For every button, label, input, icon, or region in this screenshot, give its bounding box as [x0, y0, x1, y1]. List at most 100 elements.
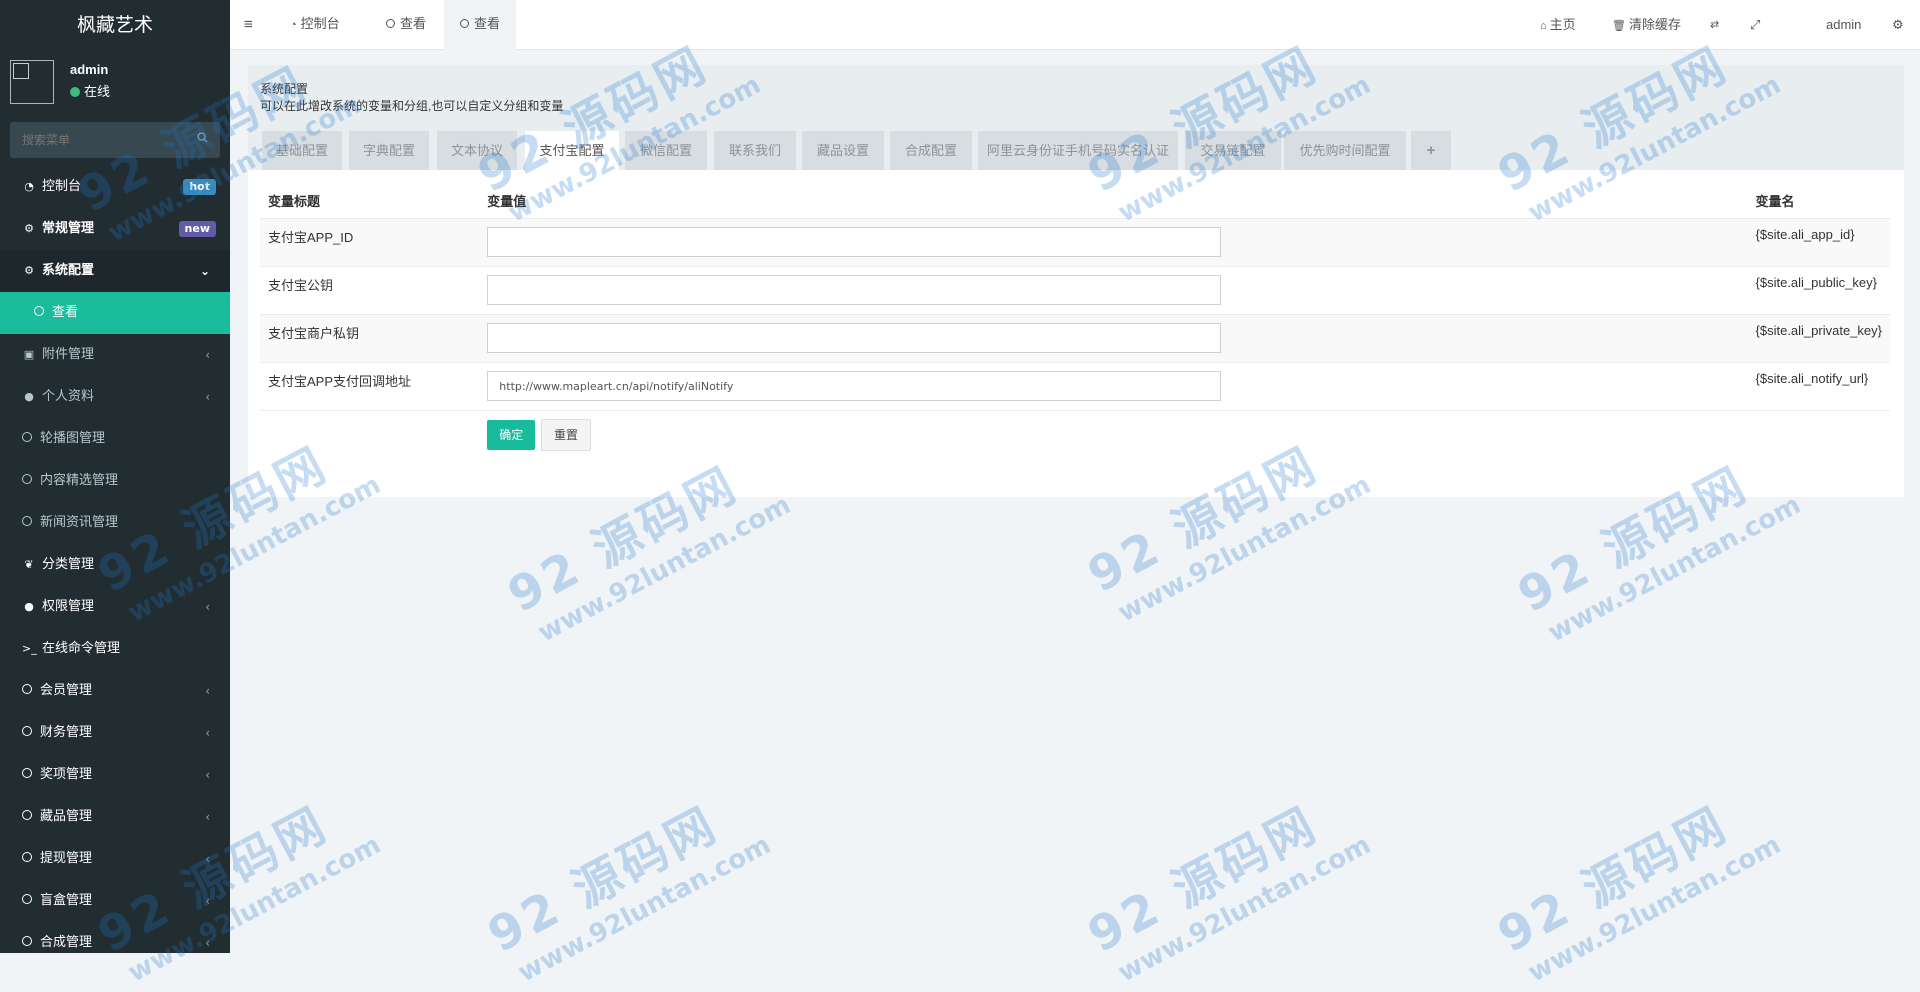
var-name: {$site.ali_private_key} — [1747, 314, 1890, 363]
sidebar: 枫藏艺术 admin 在线 ◔ 控制台 hot ⚙ 常规管理 new ⚙ 系统配置 ⌄ 查看… — [0, 0, 230, 953]
sidebar-item-synthesis[interactable]: 合成管理 ‹ — [0, 922, 230, 953]
sidebar-item-blindbox[interactable]: 盲盒管理 ‹ — [0, 880, 230, 922]
circle-icon — [22, 684, 32, 694]
sidebar-item-label: 在线命令管理 — [42, 641, 121, 656]
sidebar-item-featured[interactable]: 内容精选管理 — [0, 460, 230, 502]
sidebar-item-collections[interactable]: 藏品管理 ‹ — [0, 796, 230, 838]
sidebar-item-carousel[interactable]: 轮播图管理 — [0, 418, 230, 460]
sidebar-item-label: 合成管理 — [40, 935, 93, 950]
circle-icon — [460, 19, 469, 28]
var-value-cell — [479, 218, 1748, 267]
tab-collection-settings[interactable]: 藏品设置 — [802, 131, 884, 171]
tab-basic-config[interactable]: 基础配置 — [262, 131, 342, 171]
sidebar-item-command[interactable]: >_ 在线命令管理 — [0, 628, 230, 670]
dashboard-icon: ◔ — [290, 19, 297, 31]
user-name: admin — [70, 62, 109, 77]
user-icon: ● — [24, 390, 34, 403]
sidebar-item-label: 藏品管理 — [40, 809, 93, 824]
sidebar-item-permissions[interactable]: ● 权限管理 ‹ — [0, 586, 230, 628]
sidebar-item-dashboard[interactable]: ◔ 控制台 hot — [0, 166, 230, 208]
watermark: 92 源码网 www.92luntan.com — [479, 796, 776, 989]
sidebar-item-label: 控制台 — [42, 179, 82, 194]
chevron-left-icon: ‹ — [205, 600, 210, 614]
add-tab-button[interactable]: + — [1411, 131, 1451, 171]
chevron-left-icon: ‹ — [205, 684, 210, 698]
sidebar-item-label: 系统配置 — [42, 263, 95, 278]
sidebar-item-label: 轮播图管理 — [40, 431, 106, 446]
sidebar-item-label: 权限管理 — [42, 599, 95, 614]
sidebar-item-attachments[interactable]: ▣ 附件管理 ‹ — [0, 334, 230, 376]
tab-aliyun-realname[interactable]: 阿里云身份证手机号码实名认证 — [978, 131, 1178, 171]
sidebar-item-general[interactable]: ⚙ 常规管理 new — [0, 208, 230, 250]
table-row: 支付宝商户私钥 {$site.ali_private_key} — [260, 314, 1890, 363]
private-key-input[interactable] — [487, 323, 1222, 353]
submit-button[interactable]: 确定 — [487, 420, 536, 450]
sidebar-item-withdraw[interactable]: 提现管理 ‹ — [0, 838, 230, 880]
user-menu[interactable]: admin — [1826, 0, 1861, 50]
tab-synthesis-config[interactable]: 合成配置 — [890, 131, 972, 171]
var-title: 支付宝公钥 — [260, 266, 480, 315]
var-value-cell — [479, 314, 1748, 363]
watermark: 92 源码网 www.92luntan.com — [1489, 796, 1786, 989]
tab-trade-chain-config[interactable]: 交易链配置 — [1185, 131, 1281, 171]
sidebar-item-profile[interactable]: ● 个人资料 ‹ — [0, 376, 230, 418]
sidebar-item-news[interactable]: 新闻资讯管理 — [0, 502, 230, 544]
terminal-icon: >_ — [22, 642, 37, 655]
app-id-input[interactable] — [487, 227, 1222, 257]
actions-cell: 确定 重置 — [479, 410, 1748, 459]
search-input[interactable] — [10, 122, 194, 158]
circle-icon — [22, 810, 32, 820]
trash-icon: 🗑 — [1612, 20, 1626, 32]
tab-dashboard[interactable]: ◔ 控制台 — [274, 0, 356, 50]
var-value-cell — [479, 362, 1748, 411]
table-header-row: 变量标题 变量值 变量名 — [260, 182, 1890, 219]
circle-icon — [22, 474, 32, 484]
sidebar-item-category[interactable]: ❦ 分类管理 — [0, 544, 230, 586]
sidebar-item-label: 个人资料 — [42, 389, 95, 404]
leaf-icon: ❦ — [24, 558, 34, 571]
circle-icon — [22, 852, 32, 862]
sidebar-menu: ◔ 控制台 hot ⚙ 常规管理 new ⚙ 系统配置 ⌄ 查看 ▣ 附件管理 ‹ ● 个人资料 ‹… — [0, 166, 230, 953]
online-dot-icon — [70, 87, 80, 97]
gear-icon: ⚙ — [24, 264, 34, 277]
menu-toggle-icon[interactable]: ≡ — [244, 16, 253, 33]
tab-alipay-config[interactable]: 支付宝配置 — [525, 131, 619, 171]
home-link[interactable]: ⌂ 主页 — [1540, 0, 1576, 50]
tab-contact-us[interactable]: 联系我们 — [714, 131, 796, 171]
tab-view-1[interactable]: 查看 — [370, 0, 442, 50]
chevron-left-icon: ‹ — [205, 936, 210, 950]
sidebar-item-label: 查看 — [52, 305, 79, 320]
user-status: 在线 — [70, 81, 110, 100]
sidebar-item-view[interactable]: 查看 — [0, 292, 230, 334]
notify-url-input[interactable] — [487, 371, 1222, 401]
clear-cache-button[interactable]: 🗑 清除缓存 — [1612, 0, 1681, 50]
settings-icon[interactable]: ⚙ — [1892, 0, 1904, 50]
sidebar-item-label: 盲盒管理 — [40, 893, 93, 908]
circle-icon — [22, 894, 32, 904]
circle-icon — [22, 726, 32, 736]
reset-button[interactable]: 重置 — [540, 419, 591, 451]
var-value-cell — [479, 266, 1748, 315]
language-icon[interactable]: ⇄ — [1710, 0, 1719, 50]
sidebar-item-label: 新闻资讯管理 — [40, 515, 119, 530]
tab-dictionary-config[interactable]: 字典配置 — [349, 131, 429, 171]
search-icon[interactable] — [197, 132, 208, 143]
tab-text-agreement[interactable]: 文本协议 — [437, 131, 517, 171]
sidebar-item-label: 常规管理 — [42, 221, 95, 236]
tab-priority-time-config[interactable]: 优先购时间配置 — [1284, 131, 1406, 171]
circle-icon — [22, 936, 32, 946]
sidebar-item-awards[interactable]: 奖项管理 ‹ — [0, 754, 230, 796]
fullscreen-icon[interactable]: ⤢ — [1750, 0, 1760, 50]
sidebar-item-system-config[interactable]: ⚙ 系统配置 ⌄ — [0, 250, 230, 292]
var-name: {$site.ali_app_id} — [1747, 218, 1890, 267]
tab-wechat-config[interactable]: 微信配置 — [625, 131, 707, 171]
tab-view-2[interactable]: 查看 — [444, 0, 517, 50]
brand-logo[interactable]: 枫藏艺术 — [0, 0, 230, 50]
new-badge: new — [178, 221, 216, 237]
status-label: 在线 — [84, 84, 111, 99]
sidebar-item-label: 提现管理 — [40, 851, 93, 866]
public-key-input[interactable] — [487, 275, 1222, 305]
sidebar-item-finance[interactable]: 财务管理 ‹ — [0, 712, 230, 754]
sidebar-item-label: 会员管理 — [40, 683, 93, 698]
sidebar-item-members[interactable]: 会员管理 ‹ — [0, 670, 230, 712]
